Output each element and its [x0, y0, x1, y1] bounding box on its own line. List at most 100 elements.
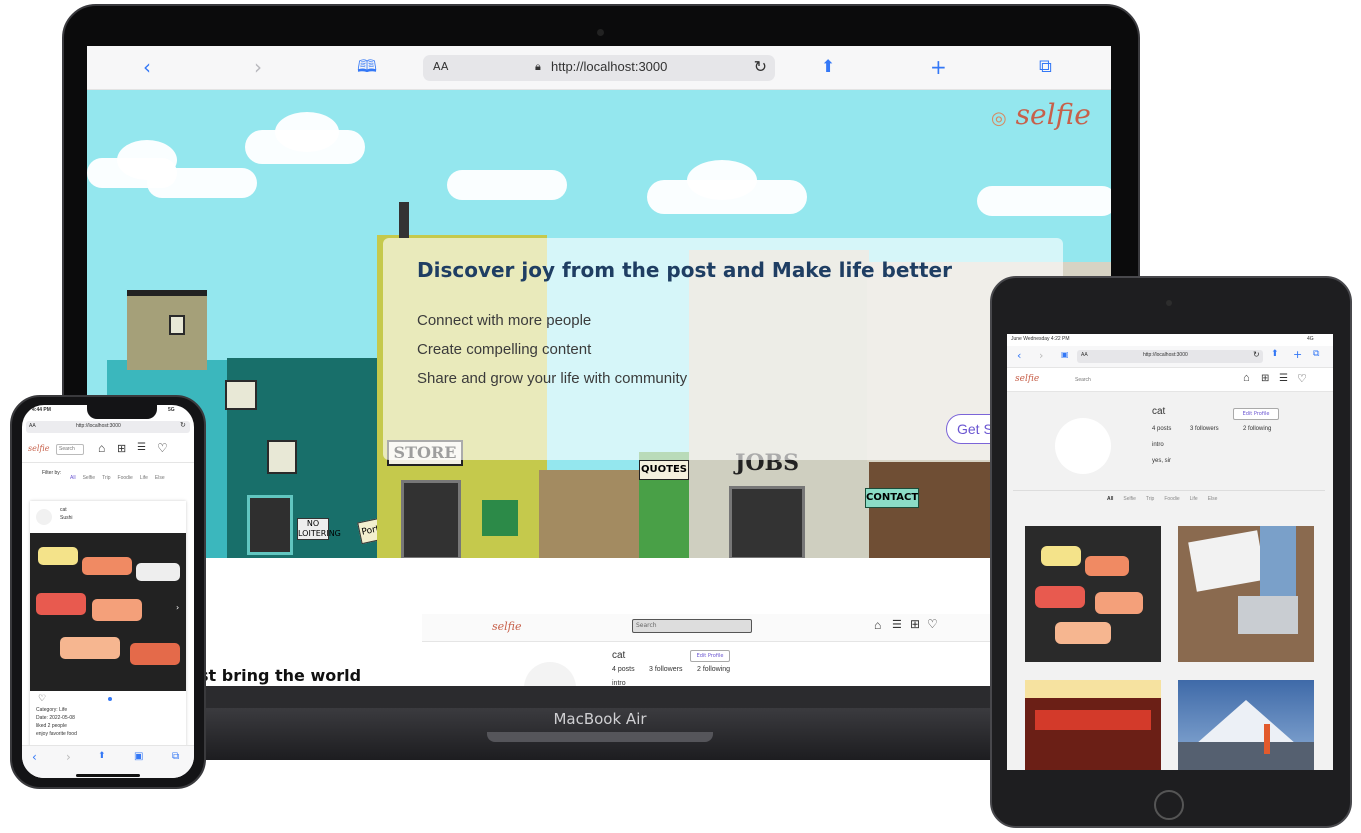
following-count[interactable]: 2 following	[1243, 426, 1271, 432]
sushi-piece	[1095, 592, 1143, 614]
bookmarks-icon[interactable]: ▣	[1061, 350, 1069, 359]
bookmarks-icon[interactable]: ▣	[134, 751, 143, 762]
new-tab-icon[interactable]: +	[930, 55, 947, 79]
followers-count[interactable]: 3 followers	[649, 666, 682, 673]
post-date: Date: 2022-05-08	[36, 715, 75, 721]
post-card: cat Sushi › ♡ Category: Life Date: 2022-…	[30, 501, 186, 778]
messages-icon[interactable]: ☰	[137, 442, 146, 453]
avatar[interactable]	[1055, 418, 1111, 474]
safari-toolbar: ‹ › 🕮 AA 🔒︎ http://localhost:3000 ↻ ⬆︎ +…	[87, 46, 1111, 90]
reload-icon[interactable]: ↻	[754, 57, 767, 76]
ipad-filter-tabs: All Selfie Trip Foodie Life Else	[1107, 496, 1217, 502]
back-icon[interactable]: ‹	[1017, 349, 1021, 362]
filter-else[interactable]: Else	[1208, 496, 1218, 502]
filter-selfie[interactable]: Selfie	[83, 475, 96, 481]
post-caption: enjoy favorite food	[36, 731, 77, 737]
tabs-icon[interactable]: ⧉	[172, 751, 179, 762]
mini-search-input[interactable]: Search	[632, 619, 752, 633]
edit-profile-button[interactable]: Edit Profile	[690, 650, 730, 662]
post-thumbnail-sushi[interactable]	[1025, 526, 1161, 662]
selfie-logo[interactable]: ◎ selfie	[991, 98, 1091, 131]
sushi-piece	[82, 557, 132, 575]
avatar[interactable]	[36, 509, 52, 525]
logo-text: selfie	[1015, 98, 1091, 131]
reader-aa[interactable]: AA	[433, 60, 448, 73]
followers-count[interactable]: 3 followers	[1190, 426, 1219, 432]
post-image-sushi[interactable]: ›	[30, 533, 186, 691]
heart-icon[interactable]: ♡	[157, 441, 168, 455]
sushi-piece	[92, 599, 142, 621]
forward-icon[interactable]: ›	[66, 750, 71, 764]
share-icon[interactable]: ⬆︎	[98, 751, 106, 761]
hero-line-1: Connect with more people	[417, 312, 592, 329]
heart-icon[interactable]: ♡	[927, 617, 938, 631]
new-tab-icon[interactable]: +	[1293, 348, 1302, 361]
reader-aa[interactable]: AA	[29, 423, 36, 429]
iphone-logo[interactable]: selfie	[28, 444, 49, 453]
reload-icon[interactable]: ↻	[1253, 350, 1260, 359]
forward-icon[interactable]: ›	[1039, 349, 1043, 362]
back-icon[interactable]: ‹	[32, 750, 37, 764]
filter-trip[interactable]: Trip	[1146, 496, 1154, 502]
post-thumbnail-mountain[interactable]	[1178, 680, 1314, 770]
reload-icon[interactable]: ↻	[180, 421, 186, 429]
bio-text: yes, sir	[1152, 458, 1172, 464]
add-post-icon[interactable]: ⊞	[910, 617, 920, 631]
lower-section: st bring the world selfie Search ⌂ ☰ ⊞ ♡…	[87, 558, 1111, 686]
heart-icon[interactable]: ♡	[1297, 372, 1307, 385]
filter-all[interactable]: All	[70, 475, 76, 481]
ipad-address-bar[interactable]: AA http://localhost:3000 ↻	[1077, 350, 1263, 363]
home-icon[interactable]: ⌂	[1243, 372, 1250, 384]
cloud	[275, 112, 339, 152]
mini-logo[interactable]: selfie	[492, 620, 522, 633]
post-username[interactable]: cat	[60, 507, 67, 513]
hero-line-3: Share and grow your life with community	[417, 370, 688, 387]
hero-title: Discover joy from the post and Make life…	[417, 258, 952, 282]
profile-name: cat	[1152, 406, 1166, 417]
tabs-icon[interactable]: ⧉	[1313, 349, 1319, 359]
ipad-home-button[interactable]	[1154, 790, 1184, 820]
filter-foodie[interactable]: Foodie	[1164, 496, 1179, 502]
profile-name: cat	[612, 650, 626, 661]
filter-else[interactable]: Else	[155, 475, 165, 481]
ipad-logo[interactable]: selfie	[1015, 374, 1039, 384]
camera-logo-icon: ◎	[991, 108, 1007, 129]
next-image-icon[interactable]: ›	[176, 603, 179, 612]
url-text: http://localhost:3000	[76, 423, 121, 429]
messages-icon[interactable]: ☰	[892, 618, 902, 631]
filter-selfie[interactable]: Selfie	[1123, 496, 1136, 502]
messages-icon[interactable]: ☰	[1279, 373, 1288, 384]
tabs-icon[interactable]: ⧉	[1039, 55, 1052, 79]
shop-sign	[1025, 680, 1161, 698]
ipad-search-input[interactable]: Search	[1071, 375, 1201, 386]
back-icon[interactable]: ‹	[143, 55, 151, 79]
filter-all[interactable]: All	[1107, 496, 1113, 502]
home-icon[interactable]: ⌂	[874, 618, 881, 632]
iphone-address-bar[interactable]: AA http://localhost:3000 ↻	[26, 421, 190, 433]
add-post-icon[interactable]: ⊞	[1261, 373, 1269, 384]
share-icon[interactable]: ⬆︎	[1271, 349, 1279, 359]
filter-life[interactable]: Life	[1190, 496, 1198, 502]
home-icon[interactable]: ⌂	[98, 441, 105, 455]
bookmarks-icon[interactable]: 🕮	[357, 55, 377, 79]
filter-life[interactable]: Life	[140, 475, 148, 481]
hero-line-2: Create compelling content	[417, 341, 592, 358]
address-bar[interactable]: AA 🔒︎ http://localhost:3000 ↻	[423, 55, 775, 81]
like-heart-icon[interactable]: ♡	[38, 693, 46, 704]
lanterns	[1035, 710, 1151, 730]
filter-trip[interactable]: Trip	[102, 475, 110, 481]
window	[267, 440, 297, 474]
post-thumbnail-laptop[interactable]	[1178, 526, 1314, 662]
following-count[interactable]: 2 following	[697, 666, 730, 673]
forward-icon[interactable]: ›	[254, 55, 262, 79]
filter-foodie[interactable]: Foodie	[118, 475, 133, 481]
lock-icon: 🔒︎	[535, 60, 541, 73]
reader-aa[interactable]: AA	[1081, 352, 1088, 358]
share-icon[interactable]: ⬆︎	[821, 55, 835, 79]
iphone-filter-tabs: All Selfie Trip Foodie Life Else	[70, 475, 165, 481]
post-thumbnail-street[interactable]	[1025, 680, 1161, 770]
avatar[interactable]	[524, 662, 576, 686]
iphone-search-input[interactable]: Search	[56, 444, 84, 455]
edit-profile-button[interactable]: Edit Profile	[1233, 408, 1279, 420]
add-post-icon[interactable]: ⊞	[117, 442, 126, 455]
